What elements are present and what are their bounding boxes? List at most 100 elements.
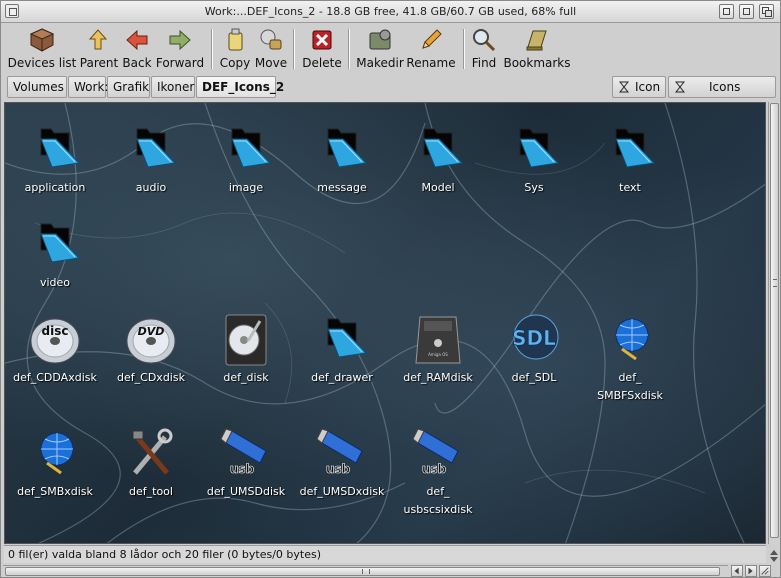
svg-text:usb: usb xyxy=(230,462,255,476)
folder-icon xyxy=(40,223,81,263)
usb-stick-icon: usb xyxy=(316,428,363,476)
svg-text:usb: usb xyxy=(326,462,351,476)
crumb-grafik[interactable]: Grafik xyxy=(107,76,150,98)
back-arrow-icon xyxy=(126,29,148,51)
svg-text:DVD: DVD xyxy=(138,325,165,338)
bookmarks-button[interactable]: Bookmarks xyxy=(503,25,571,73)
svg-text:disc: disc xyxy=(42,324,69,338)
scroll-left-button[interactable] xyxy=(731,565,743,577)
globe-network-icon xyxy=(615,318,649,361)
usb-stick-icon: usb xyxy=(412,428,459,476)
breadcrumb: Volumes Work: Grafik Ikoner DEF_Icons_2 … xyxy=(3,75,778,99)
drawer-audio[interactable]: audio xyxy=(103,119,199,197)
file-def-disk[interactable]: def_disk xyxy=(198,309,294,387)
drawer-sys[interactable]: Sys xyxy=(486,119,582,197)
crumb-def-icons-2[interactable]: DEF_Icons_2 xyxy=(196,76,284,98)
folder-icon xyxy=(327,318,368,358)
move-icon xyxy=(260,29,282,50)
resize-corner[interactable] xyxy=(759,565,771,577)
tools-icon xyxy=(132,428,173,475)
magnifier-icon xyxy=(473,29,496,52)
delete-button[interactable]: Delete xyxy=(299,25,345,73)
devices-list-button[interactable]: Devices list xyxy=(7,25,77,73)
svg-text:usb: usb xyxy=(422,462,447,476)
copy-button[interactable]: Copy xyxy=(218,25,252,73)
toolbar-separator xyxy=(348,29,350,69)
file-def-smbxdisk[interactable]: def_SMBxdisk xyxy=(7,423,103,501)
folder-icon xyxy=(136,128,177,168)
copy-icon xyxy=(228,28,243,51)
file-manager-window: Work:...DEF_Icons_2 - 18.8 GB free, 41.8… xyxy=(0,0,781,578)
status-bar: 0 fil(er) valda bland 8 lådor och 20 fil… xyxy=(4,545,766,563)
usb-stick-icon: usb xyxy=(220,428,267,476)
drawer-video[interactable]: video xyxy=(7,214,103,292)
toolbar-separator xyxy=(293,29,295,69)
makedir-icon xyxy=(369,29,391,50)
crumb-work[interactable]: Work: xyxy=(68,76,108,98)
parent-arrow-icon xyxy=(88,29,108,50)
arrow-right-icon xyxy=(748,567,753,575)
forward-arrow-icon xyxy=(169,29,191,51)
horizontal-scrollbar[interactable] xyxy=(3,565,728,577)
file-def-cddaxdisk[interactable]: disc def_CDDAxdisk xyxy=(7,309,103,387)
window-title: Work:...DEF_Icons_2 - 18.8 GB free, 41.8… xyxy=(204,5,577,18)
status-text: 0 fil(er) valda bland 8 lådor och 20 fil… xyxy=(8,548,322,561)
dvd-disc-icon: DVD xyxy=(126,318,176,364)
delete-icon xyxy=(312,30,332,50)
forward-button[interactable]: Forward xyxy=(155,25,205,73)
depth-button[interactable] xyxy=(759,4,774,19)
drawer-model[interactable]: Model xyxy=(390,119,486,197)
scroll-right-button[interactable] xyxy=(745,565,757,577)
ram-disk-icon: Amiga OS xyxy=(415,316,461,364)
folder-icon xyxy=(615,128,656,168)
view-mode-button[interactable]: Icon xyxy=(612,76,666,98)
file-def-usbscsixdisk[interactable]: usb def_ usbscsixdisk xyxy=(390,423,486,519)
folder-icon xyxy=(40,128,81,168)
icon-view[interactable]: application audio image message Model Sy… xyxy=(4,102,766,544)
crumb-volumes[interactable]: Volumes xyxy=(7,76,67,98)
file-def-umsddisk[interactable]: usb def_UMSDdisk xyxy=(198,423,294,501)
parent-button[interactable]: Parent xyxy=(79,25,119,73)
move-button[interactable]: Move xyxy=(253,25,289,73)
find-button[interactable]: Find xyxy=(469,25,499,73)
hourglass-icon xyxy=(675,81,685,93)
devices-list-icon xyxy=(29,28,55,52)
hourglass-icon xyxy=(619,81,629,93)
folder-icon xyxy=(519,128,560,168)
file-def-ramdisk[interactable]: Amiga OS def_RAMdisk xyxy=(390,309,486,387)
cd-disc-icon: disc xyxy=(30,318,80,364)
zoom-button[interactable] xyxy=(739,4,754,19)
bookmarks-icon xyxy=(526,30,547,51)
globe-network-icon xyxy=(40,432,74,475)
svg-text:Amiga OS: Amiga OS xyxy=(428,352,448,357)
drawer-text[interactable]: text xyxy=(582,119,678,197)
horizontal-scroll-thumb[interactable] xyxy=(5,567,720,576)
folder-icon xyxy=(231,128,272,168)
folder-icon xyxy=(327,128,368,168)
folder-icon xyxy=(423,128,464,168)
scroll-arrow-up-icon[interactable] xyxy=(768,545,780,563)
vertical-scrollbar[interactable] xyxy=(768,102,780,544)
arrow-left-icon xyxy=(734,567,739,575)
sdl-icon: SDL xyxy=(512,314,559,360)
hard-disk-icon xyxy=(225,314,267,366)
file-def-smbfsxdisk[interactable]: def_ SMBFSxdisk xyxy=(582,309,678,405)
view-type-button[interactable]: Icons xyxy=(668,76,776,98)
file-def-drawer[interactable]: def_drawer xyxy=(294,309,390,387)
drawer-image[interactable]: image xyxy=(198,119,294,197)
rename-button[interactable]: Rename xyxy=(406,25,456,73)
makedir-button[interactable]: Makedir xyxy=(355,25,405,73)
file-def-umsdxdisk[interactable]: usb def_UMSDxdisk xyxy=(294,423,390,501)
crumb-ikoner[interactable]: Ikoner xyxy=(151,76,195,98)
file-def-tool[interactable]: def_tool xyxy=(103,423,199,501)
file-def-sdl[interactable]: SDL def_SDL xyxy=(486,309,582,387)
resize-icon xyxy=(761,567,769,575)
drawer-message[interactable]: message xyxy=(294,119,390,197)
back-button[interactable]: Back xyxy=(119,25,155,73)
file-def-cdxdisk[interactable]: DVD def_CDxdisk xyxy=(103,309,199,387)
title-bar[interactable]: Work:...DEF_Icons_2 - 18.8 GB free, 41.8… xyxy=(1,1,780,23)
vertical-scroll-thumb[interactable] xyxy=(770,103,779,538)
iconify-button[interactable] xyxy=(719,4,734,19)
toolbar: Devices list Parent Back Forward Copy Mo… xyxy=(3,25,778,73)
drawer-application[interactable]: application xyxy=(7,119,103,197)
